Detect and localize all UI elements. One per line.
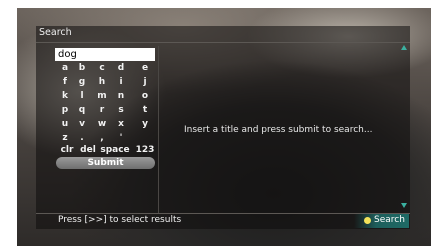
page-title: Search xyxy=(39,27,72,38)
key-l[interactable]: l xyxy=(74,90,90,102)
key-s[interactable]: s xyxy=(113,104,129,116)
key-r[interactable]: r xyxy=(94,104,110,116)
key-x[interactable]: x xyxy=(113,118,129,130)
key-del[interactable]: del xyxy=(78,144,98,156)
key-c[interactable]: c xyxy=(94,62,110,74)
key-123[interactable]: 123 xyxy=(135,144,155,156)
key-clr[interactable]: clr xyxy=(57,144,77,156)
search-input[interactable]: dog xyxy=(55,48,155,61)
key-e[interactable]: e xyxy=(137,62,153,74)
yellow-dot-icon xyxy=(364,217,371,224)
key-g[interactable]: g xyxy=(74,76,90,88)
key-t[interactable]: t xyxy=(137,104,153,116)
key-v[interactable]: v xyxy=(74,118,90,130)
key-f[interactable]: f xyxy=(57,76,73,88)
key-apostrophe[interactable]: ' xyxy=(113,132,129,144)
key-w[interactable]: w xyxy=(94,118,110,130)
key-o[interactable]: o xyxy=(137,90,153,102)
key-i[interactable]: i xyxy=(113,76,129,88)
title-divider xyxy=(36,42,410,43)
key-b[interactable]: b xyxy=(74,62,90,74)
panel-divider xyxy=(158,46,159,213)
footer-hint: Press [>>] to select results xyxy=(58,215,182,225)
key-q[interactable]: q xyxy=(74,104,90,116)
submit-button[interactable]: Submit xyxy=(56,157,155,169)
key-j[interactable]: j xyxy=(137,76,153,88)
key-y[interactable]: y xyxy=(137,118,153,130)
key-d[interactable]: d xyxy=(113,62,129,74)
key-z[interactable]: z xyxy=(57,132,73,144)
key-h[interactable]: h xyxy=(94,76,110,88)
key-period[interactable]: . xyxy=(74,132,90,144)
down-arrow-icon[interactable] xyxy=(401,203,407,208)
search-button-label: Search xyxy=(374,215,405,225)
results-prompt: Insert a title and press submit to searc… xyxy=(184,125,373,135)
up-arrow-icon[interactable] xyxy=(401,45,407,50)
key-u[interactable]: u xyxy=(57,118,73,130)
key-n[interactable]: n xyxy=(113,90,129,102)
key-p[interactable]: p xyxy=(57,104,73,116)
key-m[interactable]: m xyxy=(94,90,110,102)
key-a[interactable]: a xyxy=(57,62,73,74)
key-space[interactable]: space xyxy=(100,144,130,156)
key-k[interactable]: k xyxy=(57,90,73,102)
key-comma[interactable]: , xyxy=(94,132,110,144)
